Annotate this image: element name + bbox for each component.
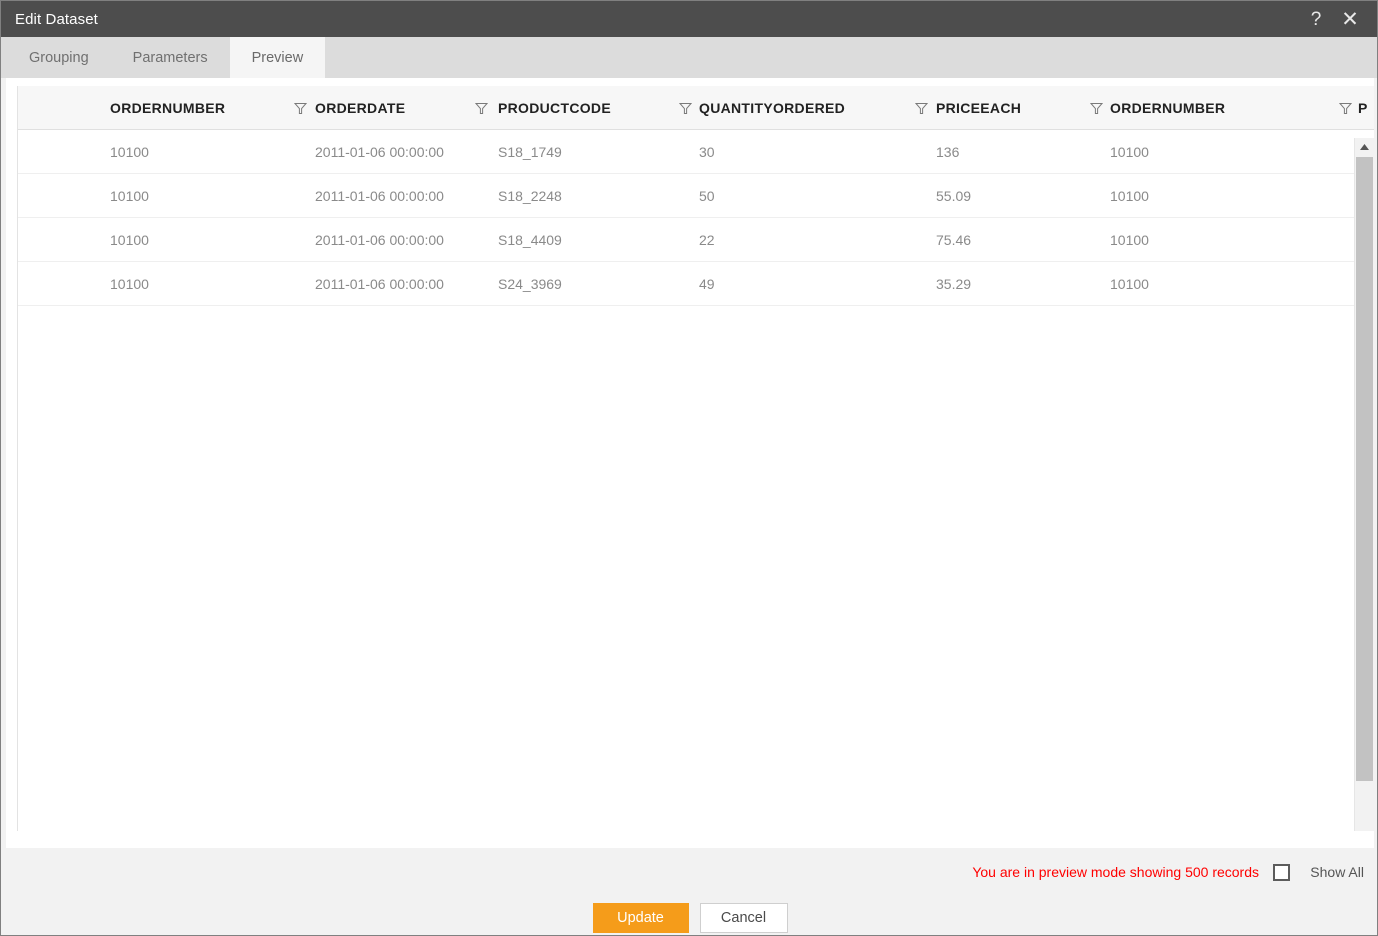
table-cell: 75.46 — [936, 218, 971, 261]
show-all-checkbox[interactable] — [1273, 864, 1290, 881]
table-cell: 2011-01-06 00:00:00 — [315, 130, 444, 173]
help-icon[interactable]: ? — [1299, 2, 1333, 36]
table-cell: S24_3969 — [498, 262, 562, 305]
table-cell: 10100 — [110, 174, 149, 217]
table-row[interactable]: 10100 2011-01-06 00:00:00 S18_4409 22 75.46 1… — [18, 218, 1374, 262]
table-cell: 10100 — [110, 130, 149, 173]
dialog-title: Edit Dataset — [15, 12, 1299, 27]
filter-icon[interactable] — [913, 86, 929, 130]
scroll-up-icon[interactable] — [1355, 138, 1374, 155]
table-cell: 10100 — [1110, 262, 1149, 305]
table-cell: 2011-01-06 00:00:00 — [315, 262, 444, 305]
filter-icon[interactable] — [292, 86, 308, 130]
preview-mode-note: You are in preview mode showing 500 reco… — [972, 864, 1259, 880]
column-header-label: QUANTITYORDERED — [699, 100, 845, 116]
dialog-button-row: Update Cancel — [6, 903, 1374, 933]
table-cell: 50 — [699, 174, 715, 217]
tab-grouping[interactable]: Grouping — [7, 37, 111, 78]
preview-panel: ORDERNUMBER ORDERDATE PRODUCTCODE QUANTITYO… — [6, 78, 1374, 848]
tab-parameters[interactable]: Parameters — [111, 37, 230, 78]
column-header-label: ORDERDATE — [315, 100, 405, 116]
column-header[interactable]: QUANTITYORDERED — [699, 86, 845, 130]
column-header[interactable]: PRODUCTCODE — [498, 86, 611, 130]
tab-preview[interactable]: Preview — [230, 37, 326, 78]
table-cell: 10100 — [110, 218, 149, 261]
filter-icon[interactable] — [473, 86, 489, 130]
table-cell: S18_4409 — [498, 218, 562, 261]
table-cell: 10100 — [1110, 130, 1149, 173]
data-grid: ORDERNUMBER ORDERDATE PRODUCTCODE QUANTITYO… — [17, 86, 1374, 831]
table-cell: 55.09 — [936, 174, 971, 217]
cancel-button[interactable]: Cancel — [700, 903, 788, 933]
column-header[interactable]: ORDERDATE — [315, 86, 405, 130]
table-cell: 10100 — [110, 262, 149, 305]
filter-icon[interactable] — [677, 86, 693, 130]
column-header[interactable]: P — [1358, 86, 1368, 130]
grid-header-row: ORDERNUMBER ORDERDATE PRODUCTCODE QUANTITYO… — [18, 86, 1374, 130]
table-cell: 2011-01-06 00:00:00 — [315, 218, 444, 261]
table-cell: S18_2248 — [498, 174, 562, 217]
table-cell: 49 — [699, 262, 715, 305]
column-header-label: ORDERNUMBER — [110, 100, 225, 116]
table-row[interactable]: 10100 2011-01-06 00:00:00 S18_2248 50 55.09 1… — [18, 174, 1374, 218]
column-header-label: PRICEEACH — [936, 100, 1021, 116]
close-icon[interactable]: ✕ — [1333, 2, 1367, 36]
column-header[interactable]: PRICEEACH — [936, 86, 1021, 130]
table-cell: 10100 — [1110, 218, 1149, 261]
vertical-scroll-thumb[interactable] — [1356, 157, 1373, 781]
table-cell: 136 — [936, 130, 959, 173]
table-cell: S18_1749 — [498, 130, 562, 173]
tab-strip: Grouping Parameters Preview — [1, 37, 1378, 78]
table-cell: 2011-01-06 00:00:00 — [315, 174, 444, 217]
table-cell: 10100 — [1110, 174, 1149, 217]
edit-dataset-dialog: Edit Dataset ? ✕ Grouping Parameters Pre… — [0, 0, 1378, 936]
column-header[interactable]: ORDERNUMBER — [1110, 86, 1225, 130]
column-header-label: P — [1358, 100, 1368, 116]
column-header-label: PRODUCTCODE — [498, 100, 611, 116]
dialog-titlebar: Edit Dataset ? ✕ — [1, 1, 1378, 37]
table-cell: 22 — [699, 218, 715, 261]
table-row[interactable]: 10100 2011-01-06 00:00:00 S18_1749 30 136 101… — [18, 130, 1374, 174]
filter-icon[interactable] — [1337, 86, 1353, 130]
update-button[interactable]: Update — [593, 903, 689, 933]
table-cell: 30 — [699, 130, 715, 173]
column-header[interactable]: ORDERNUMBER — [110, 86, 225, 130]
table-cell: 35.29 — [936, 262, 971, 305]
table-row[interactable]: 10100 2011-01-06 00:00:00 S24_3969 49 35.29 1… — [18, 262, 1374, 306]
vertical-scrollbar[interactable] — [1354, 138, 1374, 831]
filter-icon[interactable] — [1088, 86, 1104, 130]
triangle-up-icon — [1360, 144, 1369, 150]
grid-body: 101002011-01-06 00:00:00S18_174930136101… — [18, 130, 1374, 831]
show-all-label: Show All — [1310, 864, 1364, 880]
dialog-footer: You are in preview mode showing 500 reco… — [6, 853, 1374, 935]
column-header-label: ORDERNUMBER — [1110, 100, 1225, 116]
